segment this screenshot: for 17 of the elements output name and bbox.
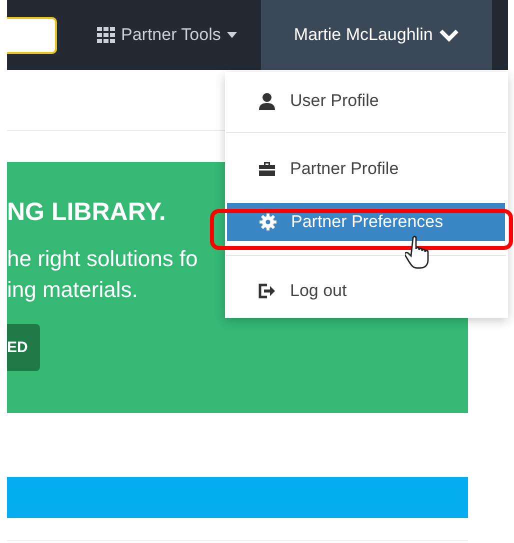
menu-item[interactable]: User Profile: [226, 81, 506, 121]
menu-item[interactable]: Log out: [226, 255, 506, 311]
menu-item[interactable]: Partner Profile: [226, 132, 506, 188]
chevron-icon: [438, 28, 459, 42]
banner-button[interactable]: ED: [7, 324, 40, 371]
user-menu-button[interactable]: Martie McLaughlin: [260, 0, 492, 70]
search-field[interactable]: [7, 16, 57, 54]
caret-icon: [226, 32, 237, 38]
grid-icon: [97, 27, 115, 43]
briefcase-icon: [258, 160, 276, 176]
partner-tools-menu[interactable]: Partner Tools: [97, 25, 237, 45]
banner-title: NG LIBRARY.: [7, 198, 166, 227]
banner-text: ing materials.: [7, 276, 138, 304]
user-icon: [258, 92, 276, 110]
logout-icon: [258, 283, 276, 299]
banner-text: he right solutions fo: [7, 245, 198, 273]
gear-icon: [259, 213, 277, 231]
